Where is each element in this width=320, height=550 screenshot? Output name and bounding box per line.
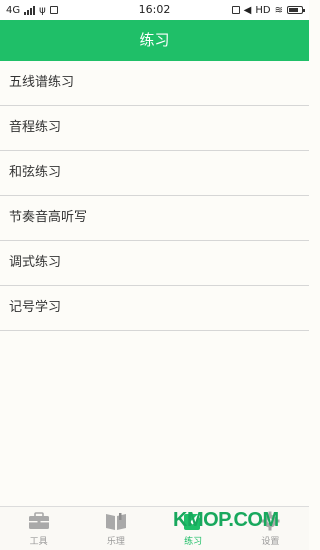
menu-item-symbol-study[interactable]: 记号学习 [0, 286, 309, 331]
app-header: 练习 [0, 20, 309, 61]
status-bar: 4G ψ 16:02 ◀ HD ≋ [0, 0, 309, 20]
wifi-icon: ≋ [274, 4, 283, 16]
tab-label-settings: 设置 [261, 537, 280, 547]
tab-tools[interactable]: 工具 [0, 507, 77, 550]
page-title: 练习 [139, 31, 170, 49]
toolbox-icon [28, 512, 49, 529]
hd-label: HD [255, 4, 271, 16]
menu-item-staff-practice[interactable]: 五线谱练习 [0, 61, 309, 106]
book-icon [105, 513, 126, 530]
menu-item-interval-practice[interactable]: 音程练习 [0, 106, 309, 151]
menu-item-rhythm-dictation[interactable]: 节奏音高听写 [0, 196, 309, 241]
gear-icon [260, 511, 280, 531]
menu-item-mode-practice[interactable]: 调式练习 [0, 241, 309, 286]
tab-label-practice: 练习 [184, 537, 203, 547]
status-right: ◀ HD ≋ [231, 0, 305, 20]
sim-icon [231, 6, 240, 14]
tab-theory[interactable]: 乐理 [77, 507, 154, 550]
mute-icon: ◀ [243, 4, 252, 16]
bottom-tab-bar: 工具 乐理 练习 设置 [0, 506, 309, 550]
battery-icon [287, 6, 305, 14]
tab-settings[interactable]: 设置 [232, 507, 309, 550]
menu-item-chord-practice[interactable]: 和弦练习 [0, 151, 309, 196]
tab-label-tools: 工具 [29, 537, 48, 547]
edit-icon [184, 513, 202, 530]
tab-practice[interactable]: 练习 [155, 507, 232, 550]
tab-label-theory: 乐理 [106, 537, 125, 547]
exercise-menu: 五线谱练习 音程练习 和弦练习 节奏音高听写 调式练习 记号学习 [0, 61, 309, 331]
